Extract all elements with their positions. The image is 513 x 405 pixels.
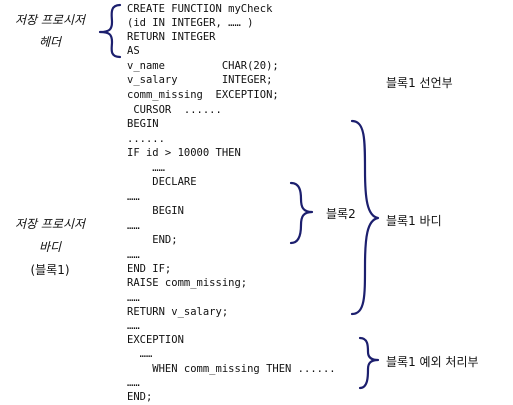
- header-label-line1: 저장 프로시저: [14, 13, 86, 27]
- code-line: (id IN INTEGER, …… ): [127, 17, 254, 29]
- block2-label: 블록2: [326, 207, 356, 221]
- code-line: END IF;: [127, 263, 172, 275]
- header-brace: [98, 3, 122, 59]
- body-label-line1: 저장 프로시저: [14, 217, 86, 231]
- code-line: ……: [127, 348, 153, 360]
- code-line: RETURN v_salary;: [127, 306, 229, 318]
- code-line: BEGIN: [127, 118, 159, 130]
- code-line: v_name CHAR(20);: [127, 60, 279, 72]
- code-line: DECLARE: [127, 176, 197, 188]
- header-label-line2: 헤더: [38, 35, 62, 49]
- code-line: v_salary INTEGER;: [127, 74, 273, 86]
- code-line: BEGIN: [127, 205, 184, 217]
- code-line: END;: [127, 234, 178, 246]
- body-label-line3: (블록1): [30, 263, 70, 277]
- code-line: ……: [127, 249, 140, 261]
- exception-brace: [358, 336, 380, 390]
- code-line: ……: [127, 292, 140, 304]
- body-brace: [350, 119, 380, 316]
- code-line: CREATE FUNCTION myCheck: [127, 3, 273, 15]
- code-line: RAISE comm_missing;: [127, 277, 248, 289]
- code-line: ......: [127, 133, 165, 145]
- code-line: ……: [127, 320, 140, 332]
- block2-brace: [289, 181, 314, 245]
- exception-label: 블록1 예외 처리부: [386, 355, 479, 369]
- code-line: WHEN comm_missing THEN ......: [127, 363, 336, 375]
- code-line: CURSOR ......: [127, 104, 222, 116]
- code-line: ……: [127, 191, 140, 203]
- code-line: ……: [127, 377, 140, 389]
- body-label: 블록1 바디: [386, 214, 442, 228]
- code-line: ……: [127, 220, 140, 232]
- code-line: AS: [127, 45, 140, 57]
- code-line: RETURN INTEGER: [127, 31, 216, 43]
- declaration-label: 블록1 선언부: [386, 76, 453, 90]
- body-label-line2: 바디: [38, 240, 62, 254]
- code-line: EXCEPTION: [127, 334, 184, 346]
- code-line: ……: [127, 162, 165, 174]
- code-line: END;: [127, 391, 153, 403]
- code-line: comm_missing EXCEPTION;: [127, 89, 279, 101]
- code-line: IF id > 10000 THEN: [127, 147, 241, 159]
- diagram-canvas: CREATE FUNCTION myCheck (id IN INTEGER, …: [0, 0, 513, 405]
